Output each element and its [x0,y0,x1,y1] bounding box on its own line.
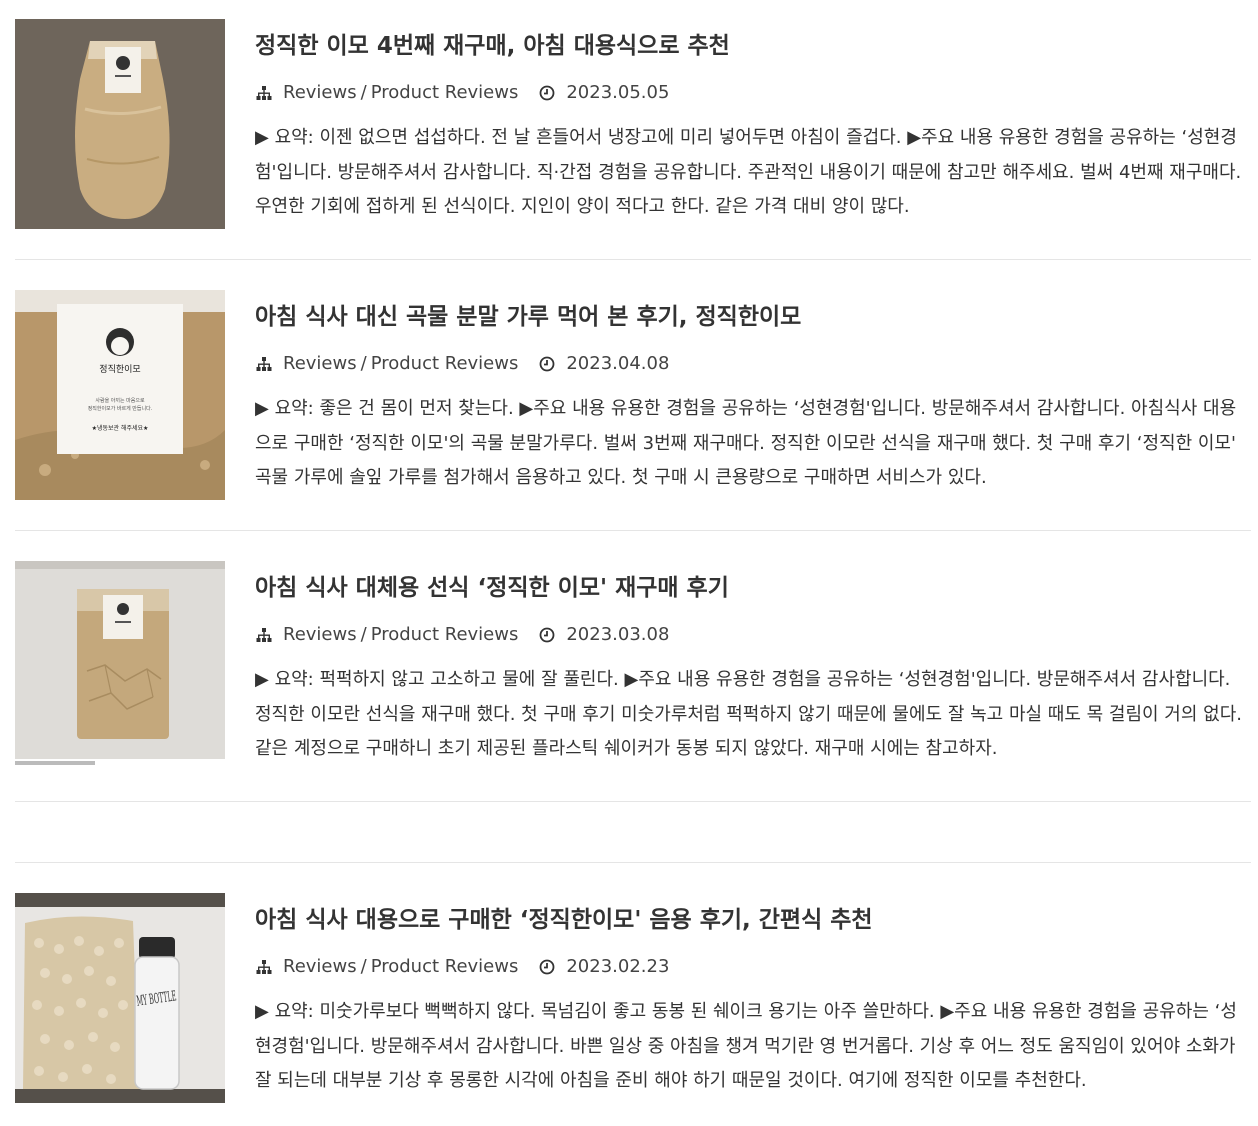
clock-icon [538,626,556,644]
post-item: 아침 식사 대체용 선식 ‘정직한 이모' 재구매 후기 Reviews / P… [15,561,1251,771]
category-link[interactable]: Reviews [283,623,357,647]
post-divider [15,259,1251,260]
post-excerpt: ▶ 요약: 이젠 없으면 섭섭하다. 전 날 흔들어서 냉장고에 미리 넣어두면… [255,127,1242,217]
post-item: MY BOTTLE 아침 식사 대용으로 구매한 ‘정직한이모' 음용 후기, … [15,893,1251,1103]
post-divider [15,801,1251,802]
post-meta: Reviews / Product Reviews 2023.05.05 [255,81,669,105]
clock-icon [538,355,556,373]
post-excerpt: ▶ 요약: 퍽퍽하지 않고 고소하고 물에 잘 풀린다. ▶주요 내용 유용한 … [255,669,1242,759]
post-thumbnail[interactable]: MY BOTTLE [15,893,225,1103]
category-link[interactable]: Reviews [283,81,357,105]
sitemap-icon [255,958,273,976]
category-separator: / [360,353,367,374]
post-meta: Reviews / Product Reviews 2023.03.08 [255,623,669,647]
category-link[interactable]: Reviews [283,352,357,376]
product-photo-powder-bag [15,19,225,229]
post-item: 정직한 이모 4번째 재구매, 아침 대용식으로 추천 Reviews / Pr… [15,19,1251,229]
category-separator: / [360,624,367,645]
clock-icon [538,84,556,102]
post-date: 2023.02.23 [566,956,670,977]
post-date: 2023.03.08 [566,624,670,645]
post-title[interactable]: 아침 식사 대신 곡물 분말 가루 먹어 본 후기, 정직한이모 [255,302,801,332]
category-separator: / [360,956,367,977]
post-excerpt: ▶ 요약: 미숫가루보다 뻑뻑하지 않다. 목넘김이 좋고 동봉 된 쉐이크 용… [255,1001,1237,1091]
product-photo-bag-and-bottle: MY BOTTLE [15,893,225,1103]
post-thumbnail[interactable]: 정직한이모 사람을 아끼는 마음으로 정직한이모가 바르게 만듭니다. ★냉동보… [15,290,225,500]
subcategory-link[interactable]: Product Reviews [371,81,519,105]
post-date-wrap: 2023.02.23 [538,955,669,979]
label-desc-2: 정직한이모가 바르게 만듭니다. [88,405,153,412]
post-date-wrap: 2023.05.05 [538,81,669,105]
post-meta: Reviews / Product Reviews 2023.02.23 [255,955,669,979]
post-date-wrap: 2023.03.08 [538,623,669,647]
product-photo-label-closeup: 정직한이모 사람을 아끼는 마음으로 정직한이모가 바르게 만듭니다. ★냉동보… [15,290,225,500]
post-thumbnail[interactable] [15,561,225,771]
post-date: 2023.05.05 [566,82,670,103]
post-meta: Reviews / Product Reviews 2023.04.08 [255,352,669,376]
post-title[interactable]: 정직한 이모 4번째 재구매, 아침 대용식으로 추천 [255,31,730,61]
subcategory-link[interactable]: Product Reviews [371,623,519,647]
sitemap-icon [255,626,273,644]
post-title[interactable]: 아침 식사 대체용 선식 ‘정직한 이모' 재구매 후기 [255,573,729,603]
category-separator: / [360,82,367,103]
clock-icon [538,958,556,976]
label-desc-1: 사람을 아끼는 마음으로 [95,397,145,404]
product-photo-bag-on-table [15,561,225,771]
post-thumbnail[interactable] [15,19,225,229]
sitemap-icon [255,355,273,373]
post-date: 2023.04.08 [566,353,670,374]
sitemap-icon [255,84,273,102]
post-item: 정직한이모 사람을 아끼는 마음으로 정직한이모가 바르게 만듭니다. ★냉동보… [15,290,1251,500]
subcategory-link[interactable]: Product Reviews [371,352,519,376]
post-title[interactable]: 아침 식사 대용으로 구매한 ‘정직한이모' 음용 후기, 간편식 추천 [255,905,873,935]
post-divider [15,862,1251,863]
subcategory-link[interactable]: Product Reviews [371,955,519,979]
post-excerpt: ▶ 요약: 좋은 건 몸이 먼저 찾는다. ▶주요 내용 유용한 경험을 공유하… [255,398,1237,488]
post-date-wrap: 2023.04.08 [538,352,669,376]
category-link[interactable]: Reviews [283,955,357,979]
post-divider [15,530,1251,531]
label-brand: 정직한이모 [99,364,140,375]
label-storage: ★냉동보관 해주세요★ [92,424,149,432]
